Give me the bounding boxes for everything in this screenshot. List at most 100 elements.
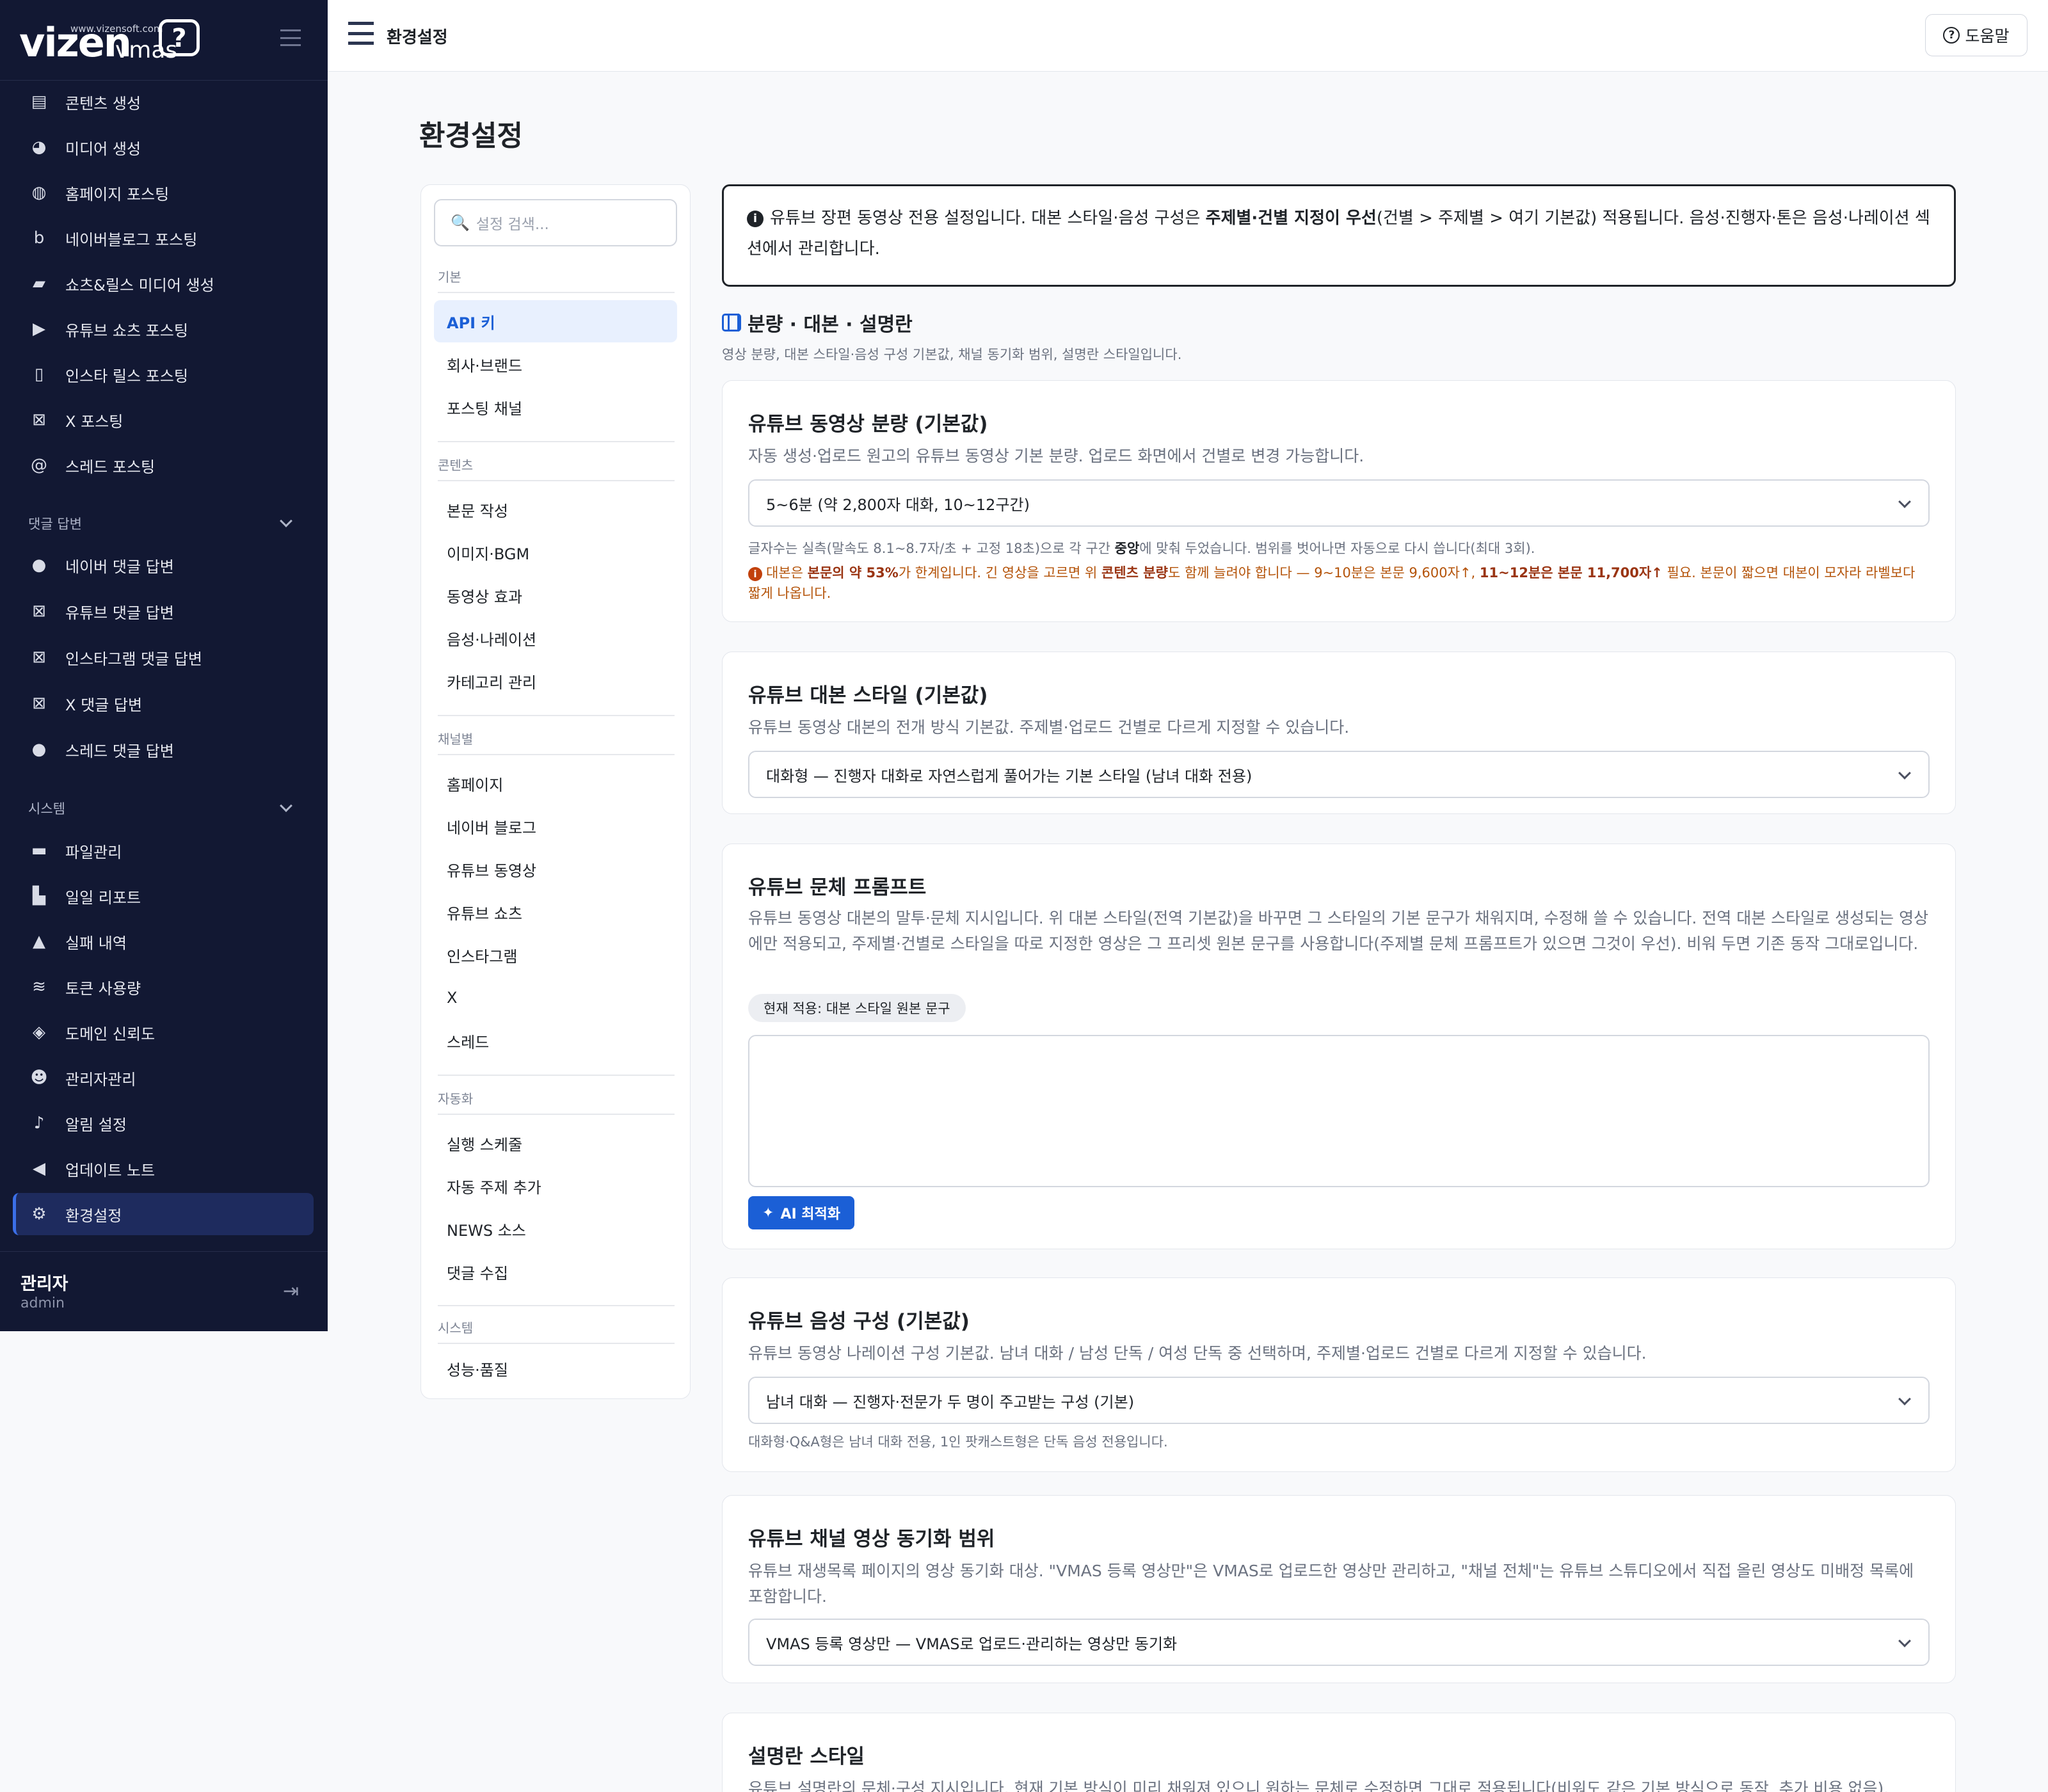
settings-item-auto-topic[interactable]: 자동 주제 추가 bbox=[434, 1165, 677, 1207]
card-desc: 유튜브 동영상 대본의 말투·문체 지시입니다. 위 대본 스타일(전역 기본값… bbox=[748, 909, 1929, 953]
select-value: 남녀 대화 — 진행자·전문가 두 명이 주고받는 구성 (기본) bbox=[766, 1393, 1135, 1411]
settings-item-posting-channel[interactable]: 포스팅 채널 bbox=[434, 386, 677, 428]
settings-item-category-manage[interactable]: 카테고리 관리 bbox=[434, 660, 677, 702]
sidebar-item-settings[interactable]: ⚙ 환경설정 bbox=[13, 1193, 314, 1235]
sidebar-item-x-posting[interactable]: ⊠ X 포스팅 bbox=[13, 399, 314, 441]
settings-item-company-brand[interactable]: 회사·브랜드 bbox=[434, 343, 677, 385]
sidebar-item-youtube-shorts-posting[interactable]: ▶ 유튜브 쇼츠 포스팅 bbox=[13, 308, 314, 350]
card-voice-composition: 유튜브 음성 구성 (기본값) 유튜브 동영상 나레이션 구성 기본값. 남녀 … bbox=[722, 1277, 1956, 1472]
settings-item-youtube-shorts[interactable]: 유튜브 쇼츠 bbox=[434, 891, 677, 933]
magic-wand-icon: ✦ bbox=[762, 1204, 774, 1221]
settings-search-input[interactable]: 🔍 설정 검색... bbox=[434, 199, 677, 246]
menu-icon[interactable] bbox=[348, 22, 374, 45]
settings-item-naver-blog[interactable]: 네이버 블로그 bbox=[434, 805, 677, 847]
sidebar-item-threads-comment[interactable]: ● 스레드 댓글 답변 bbox=[13, 728, 314, 771]
sidebar-item-notifications[interactable]: ♪ 알림 설정 bbox=[13, 1102, 314, 1144]
sidebar-item-shorts-reels-media[interactable]: ▰ 쇼츠&릴스 미디어 생성 bbox=[13, 262, 314, 305]
sidebar-item-insta-reels-posting[interactable]: ▯ 인스타 릴스 포스팅 bbox=[13, 353, 314, 396]
settings-divider bbox=[438, 441, 675, 442]
megaphone-icon: ◀ bbox=[33, 1159, 45, 1178]
video-length-select[interactable]: 5~6분 (약 2,800자 대화, 10~12구간) bbox=[748, 479, 1930, 527]
card-title: 유튜브 채널 영상 동기화 범위 bbox=[748, 1528, 995, 1551]
settings-item-image-bgm[interactable]: 이미지·BGM bbox=[434, 531, 677, 573]
settings-item-video-effects[interactable]: 동영상 효과 bbox=[434, 574, 677, 616]
comment-icon: ● bbox=[31, 556, 47, 575]
sidebar-item-x-comment[interactable]: ⊠ X 댓글 답변 bbox=[13, 682, 314, 724]
channel-sync-select[interactable]: VMAS 등록 영상만 — VMAS로 업로드·관리하는 영상만 동기화 bbox=[748, 1619, 1930, 1666]
logout-icon[interactable]: ⇥ bbox=[283, 1280, 299, 1302]
settings-item-threads[interactable]: 스레드 bbox=[434, 1020, 677, 1062]
sidebar-item-file-manager[interactable]: ▬ 파일관리 bbox=[13, 829, 314, 872]
settings-group-title: 채널별 bbox=[438, 729, 675, 755]
sidebar-item-failures[interactable]: ▲ 실패 내역 bbox=[13, 920, 314, 963]
warning-icon: ▲ bbox=[33, 932, 45, 951]
chevron-down-icon bbox=[1898, 767, 1911, 780]
settings-item-homepage[interactable]: 홈페이지 bbox=[434, 762, 677, 804]
sidebar-item-naver-blog-posting[interactable]: b 네이버블로그 포스팅 bbox=[13, 217, 314, 259]
card-desc: 유튜브 설명란의 문체·구성 지시입니다. 현재 기본 방식이 미리 채워져 있… bbox=[748, 1779, 1889, 1792]
question-icon: ? bbox=[1943, 27, 1960, 44]
settings-item-comment-collect[interactable]: 댓글 수집 bbox=[434, 1251, 677, 1293]
settings-nav: 🔍 설정 검색... 기본 API 키 회사·브랜드 포스팅 채널 콘텐츠 본문 … bbox=[420, 184, 691, 1399]
sidebar-item-label: 인스타그램 댓글 답변 bbox=[65, 650, 202, 668]
sidebar-item-daily-report[interactable]: ▙ 일일 리포트 bbox=[13, 875, 314, 917]
settings-item-news-source[interactable]: NEWS 소스 bbox=[434, 1208, 677, 1250]
card-title: 유튜브 음성 구성 (기본값) bbox=[748, 1310, 970, 1333]
settings-item-api-key[interactable]: API 키 bbox=[434, 300, 677, 342]
voice-composition-select[interactable]: 남녀 대화 — 진행자·전문가 두 명이 주고받는 구성 (기본) bbox=[748, 1377, 1930, 1424]
sidebar-item-media-create[interactable]: ◕ 미디어 생성 bbox=[13, 126, 314, 168]
card-tone-prompt: 유튜브 문체 프롬프트 유튜브 동영상 대본의 말투·문체 지시입니다. 위 대… bbox=[722, 844, 1956, 1249]
sidebar-item-domain-trust[interactable]: ◈ 도메인 신뢰도 bbox=[13, 1011, 314, 1053]
sidebar-item-label: 스레드 댓글 답변 bbox=[65, 742, 174, 760]
settings-item-body-writing[interactable]: 본문 작성 bbox=[434, 488, 677, 531]
shield-icon: ◈ bbox=[33, 1023, 45, 1042]
current-applied-badge: 현재 적용: 대본 스타일 원본 문구 bbox=[748, 994, 966, 1022]
help-button[interactable]: ? 도움말 bbox=[1925, 14, 2028, 56]
bell-icon: ♪ bbox=[33, 1114, 45, 1133]
card-desc: 유튜브 동영상 나레이션 구성 기본값. 남녀 대화 / 남성 단독 / 여성 … bbox=[748, 1344, 1647, 1363]
sidebar-item-token-usage[interactable]: ≋ 토큰 사용량 bbox=[13, 966, 314, 1008]
settings-item-x[interactable]: X bbox=[434, 977, 677, 1019]
sidebar-group-system[interactable]: 시스템 bbox=[28, 796, 297, 821]
sidebar-toggle-icon[interactable] bbox=[280, 29, 301, 46]
sidebar-group-comments[interactable]: 댓글 답변 bbox=[28, 511, 297, 536]
at-icon: @ bbox=[31, 456, 47, 475]
settings-item-instagram[interactable]: 인스타그램 bbox=[434, 934, 677, 976]
settings-item-voice-narration[interactable]: 음성·나레이션 bbox=[434, 617, 677, 659]
select-value: VMAS 등록 영상만 — VMAS로 업로드·관리하는 영상만 동기화 bbox=[766, 1635, 1178, 1653]
sidebar-item-youtube-comment[interactable]: ⊠ 유튜브 댓글 답변 bbox=[13, 590, 314, 632]
blog-icon: b bbox=[33, 228, 45, 248]
folder-icon: ▬ bbox=[31, 841, 47, 860]
sidebar-item-label: 토큰 사용량 bbox=[65, 979, 141, 998]
settings-item-run-schedule[interactable]: 실행 스케줄 bbox=[434, 1122, 677, 1164]
chevron-down-icon bbox=[1898, 1393, 1911, 1405]
x-icon: ⊠ bbox=[32, 694, 46, 713]
script-style-select[interactable]: 대화형 — 진행자 대화로 자연스럽게 풀어가는 기본 스타일 (남녀 대화 전… bbox=[748, 751, 1930, 798]
notice-text-a: 유튜브 장편 동영상 전용 설정입니다. 대본 스타일·음성 구성은 bbox=[770, 209, 1206, 228]
user-role: admin bbox=[20, 1295, 65, 1311]
sidebar-item-update-notes[interactable]: ◀ 업데이트 노트 bbox=[13, 1148, 314, 1190]
select-value: 대화형 — 진행자 대화로 자연스럽게 풀어가는 기본 스타일 (남녀 대화 전… bbox=[766, 767, 1252, 785]
mobile-icon: ▯ bbox=[34, 365, 44, 384]
sidebar-item-label: 쇼츠&릴스 미디어 생성 bbox=[65, 276, 214, 294]
sidebar-item-homepage-posting[interactable]: ◍ 홈페이지 포스팅 bbox=[13, 172, 314, 214]
sidebar-item-label: 도메인 신뢰도 bbox=[65, 1025, 156, 1043]
comments-icon: ● bbox=[31, 740, 47, 759]
sidebar-item-admin-manage[interactable]: ☻ 관리자관리 bbox=[13, 1057, 314, 1099]
sidebar-item-instagram-comment[interactable]: ⊠ 인스타그램 댓글 답변 bbox=[13, 636, 314, 678]
tone-prompt-textarea[interactable] bbox=[748, 1035, 1930, 1187]
logo[interactable]: www.vizensoft.com vizen vmas ? bbox=[0, 0, 328, 81]
user-panel: 관리자 admin ⇥ bbox=[0, 1251, 328, 1331]
section-title: 분량 · 대본 · 설명란 bbox=[722, 308, 913, 337]
ai-optimize-button[interactable]: ✦ AI 최적화 bbox=[748, 1196, 855, 1229]
sidebar-item-naver-comment[interactable]: ● 네이버 댓글 답변 bbox=[13, 544, 314, 586]
sidebar-item-threads-posting[interactable]: @ 스레드 포스팅 bbox=[13, 444, 314, 486]
sidebar-item-content-create[interactable]: ▤ 콘텐츠 생성 bbox=[13, 81, 314, 123]
x-icon: ⊠ bbox=[32, 602, 46, 621]
card-description-style: 설명란 스타일 유튜브 설명란의 문체·구성 지시입니다. 현재 기본 방식이 … bbox=[722, 1713, 1956, 1792]
sidebar-item-label: 유튜브 쇼츠 포스팅 bbox=[65, 321, 188, 340]
settings-item-performance-quality[interactable]: 성능·품질 bbox=[434, 1347, 677, 1389]
settings-item-youtube-video[interactable]: 유튜브 동영상 bbox=[434, 848, 677, 890]
sidebar-item-label: X 댓글 답변 bbox=[65, 696, 143, 714]
settings-group-title: 콘텐츠 bbox=[438, 455, 675, 481]
